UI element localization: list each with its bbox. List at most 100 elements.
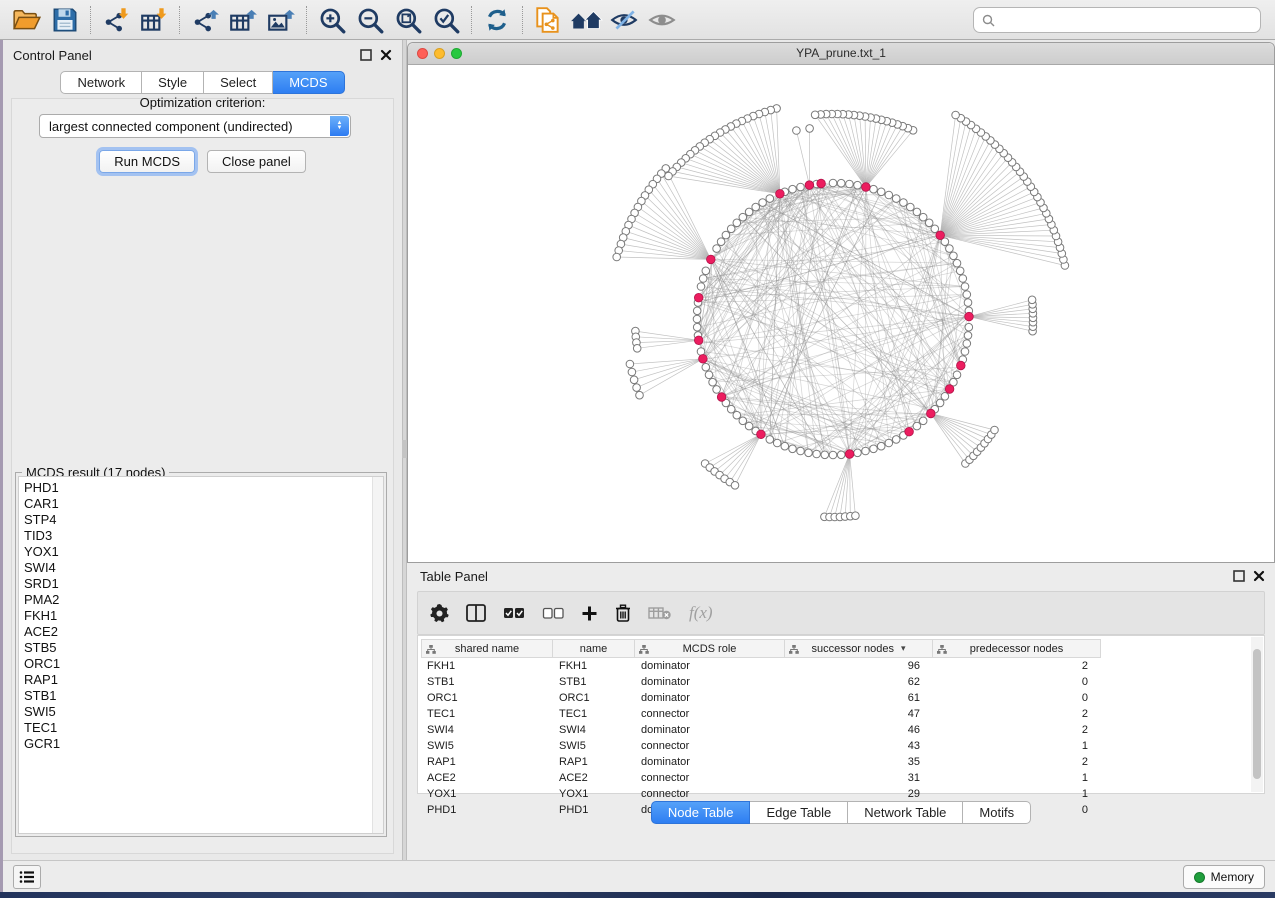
tab-network[interactable]: Network bbox=[60, 71, 142, 94]
close-table-panel-icon[interactable] bbox=[1253, 570, 1265, 582]
table-row[interactable]: FKH1FKH1dominator962 bbox=[421, 658, 1250, 674]
result-list-scrollbar[interactable] bbox=[372, 477, 383, 833]
cell-predecessor_nodes: 2 bbox=[933, 706, 1101, 722]
cell-mcds_role: connector bbox=[635, 770, 785, 786]
table-scrollbar-thumb[interactable] bbox=[1253, 649, 1261, 779]
column-header-predecessor-nodes[interactable]: predecessor nodes bbox=[933, 639, 1101, 658]
cell-successor_nodes: 61 bbox=[785, 690, 933, 706]
table-row[interactable]: STB1STB1dominator620 bbox=[421, 674, 1250, 690]
network-canvas[interactable] bbox=[408, 65, 1274, 562]
result-node-item[interactable]: TID3 bbox=[19, 528, 383, 544]
result-node-item[interactable]: STP4 bbox=[19, 512, 383, 528]
column-header-MCDS-role[interactable]: MCDS role bbox=[635, 639, 785, 658]
network-window-titlebar[interactable]: YPA_prune.txt_1 bbox=[408, 43, 1274, 65]
table-row[interactable]: RAP1RAP1dominator352 bbox=[421, 754, 1250, 770]
refresh-button[interactable] bbox=[478, 3, 516, 37]
cell-mcds_role: dominator bbox=[635, 722, 785, 738]
zoom-in-button[interactable] bbox=[313, 3, 351, 37]
optimization-criterion-label: Optimization criterion: bbox=[3, 95, 402, 110]
deselect-all-icon[interactable] bbox=[542, 606, 564, 620]
result-node-item[interactable]: FKH1 bbox=[19, 608, 383, 624]
memory-button[interactable]: Memory bbox=[1183, 865, 1265, 889]
gear-icon[interactable] bbox=[430, 604, 449, 623]
export-image-button[interactable] bbox=[262, 3, 300, 37]
desktop-bottom bbox=[0, 892, 1275, 898]
export-table-button[interactable] bbox=[224, 3, 262, 37]
zoom-selected-button[interactable] bbox=[427, 3, 465, 37]
table-row[interactable]: SWI4SWI4dominator462 bbox=[421, 722, 1250, 738]
select-all-icon[interactable] bbox=[503, 606, 525, 620]
tab-select[interactable]: Select bbox=[204, 71, 273, 94]
delete-column-icon[interactable] bbox=[615, 604, 631, 622]
tab-network-table[interactable]: Network Table bbox=[848, 801, 963, 824]
table-row[interactable]: SWI5SWI5connector431 bbox=[421, 738, 1250, 754]
criterion-dropdown[interactable]: largest connected component (undirected)… bbox=[39, 114, 351, 138]
close-panel-icon[interactable] bbox=[380, 49, 392, 61]
float-table-panel-icon[interactable] bbox=[1233, 570, 1245, 582]
network-graph[interactable] bbox=[408, 65, 1274, 562]
zoom-out-button[interactable] bbox=[351, 3, 389, 37]
cell-name: YOX1 bbox=[553, 786, 635, 802]
tab-style[interactable]: Style bbox=[142, 71, 204, 94]
result-node-item[interactable]: CAR1 bbox=[19, 496, 383, 512]
cell-shared_name: STB1 bbox=[421, 674, 553, 690]
result-node-item[interactable]: YOX1 bbox=[19, 544, 383, 560]
result-node-item[interactable]: PHD1 bbox=[19, 480, 383, 496]
hide-selected-button[interactable] bbox=[605, 3, 643, 37]
result-node-item[interactable]: SWI5 bbox=[19, 704, 383, 720]
close-panel-button[interactable]: Close panel bbox=[207, 150, 306, 173]
open-folder-button[interactable] bbox=[8, 3, 46, 37]
table-row[interactable]: TEC1TEC1connector472 bbox=[421, 706, 1250, 722]
result-node-item[interactable]: ACE2 bbox=[19, 624, 383, 640]
table-row[interactable]: ACE2ACE2connector311 bbox=[421, 770, 1250, 786]
result-node-item[interactable]: SWI4 bbox=[19, 560, 383, 576]
search-field[interactable] bbox=[973, 7, 1261, 33]
table-row[interactable]: ORC1ORC1dominator610 bbox=[421, 690, 1250, 706]
show-all-button[interactable] bbox=[643, 3, 681, 37]
result-node-item[interactable]: STB1 bbox=[19, 688, 383, 704]
cell-shared_name: YOX1 bbox=[421, 786, 553, 802]
column-header-name[interactable]: name bbox=[553, 639, 635, 658]
add-column-icon[interactable] bbox=[581, 605, 598, 622]
mcds-result-list[interactable]: PHD1CAR1STP4TID3YOX1SWI4SRD1PMA2FKH1ACE2… bbox=[18, 476, 384, 834]
cell-shared_name: ORC1 bbox=[421, 690, 553, 706]
import-network-button[interactable] bbox=[97, 3, 135, 37]
tab-mcds[interactable]: MCDS bbox=[273, 71, 344, 94]
export-network-button[interactable] bbox=[186, 3, 224, 37]
cell-predecessor_nodes: 1 bbox=[933, 786, 1101, 802]
mcds-result-groupbox: MCDS result (17 nodes) PHD1CAR1STP4TID3Y… bbox=[15, 465, 387, 837]
tab-edge-table[interactable]: Edge Table bbox=[750, 801, 848, 824]
result-node-item[interactable]: RAP1 bbox=[19, 672, 383, 688]
cell-mcds_role: dominator bbox=[635, 754, 785, 770]
cell-mcds_role: dominator bbox=[635, 658, 785, 674]
cell-shared_name: TEC1 bbox=[421, 706, 553, 722]
result-node-item[interactable]: GCR1 bbox=[19, 736, 383, 752]
import-table-button[interactable] bbox=[135, 3, 173, 37]
cell-predecessor_nodes: 0 bbox=[933, 690, 1101, 706]
column-header-successor-nodes[interactable]: successor nodes▾ bbox=[785, 639, 933, 658]
result-node-item[interactable]: ORC1 bbox=[19, 656, 383, 672]
result-node-item[interactable]: PMA2 bbox=[19, 592, 383, 608]
duplicate-network-button[interactable] bbox=[529, 3, 567, 37]
table-panel: Table Panel f(x) shared namenameMCDS rol… bbox=[407, 563, 1275, 860]
result-node-item[interactable]: TEC1 bbox=[19, 720, 383, 736]
memory-label: Memory bbox=[1211, 870, 1254, 884]
search-input[interactable] bbox=[1001, 13, 1252, 28]
first-neighbors-button[interactable] bbox=[567, 3, 605, 37]
table-scrollbar[interactable] bbox=[1251, 637, 1263, 792]
tab-motifs[interactable]: Motifs bbox=[963, 801, 1031, 824]
column-header-shared-name[interactable]: shared name bbox=[421, 639, 553, 658]
columns-icon[interactable] bbox=[466, 604, 486, 622]
memory-status-icon bbox=[1194, 872, 1205, 883]
result-node-item[interactable]: SRD1 bbox=[19, 576, 383, 592]
save-button[interactable] bbox=[46, 3, 84, 37]
zoom-fit-button[interactable] bbox=[389, 3, 427, 37]
toolbar-separator bbox=[179, 6, 180, 34]
run-mcds-button[interactable]: Run MCDS bbox=[99, 150, 195, 173]
table-row[interactable]: YOX1YOX1connector291 bbox=[421, 786, 1250, 802]
cytoscape-app: Control Panel NetworkStyleSelectMCDS Opt… bbox=[0, 0, 1275, 898]
task-history-button[interactable] bbox=[13, 865, 41, 889]
tab-node-table[interactable]: Node Table bbox=[651, 801, 751, 824]
float-panel-icon[interactable] bbox=[360, 49, 372, 61]
result-node-item[interactable]: STB5 bbox=[19, 640, 383, 656]
